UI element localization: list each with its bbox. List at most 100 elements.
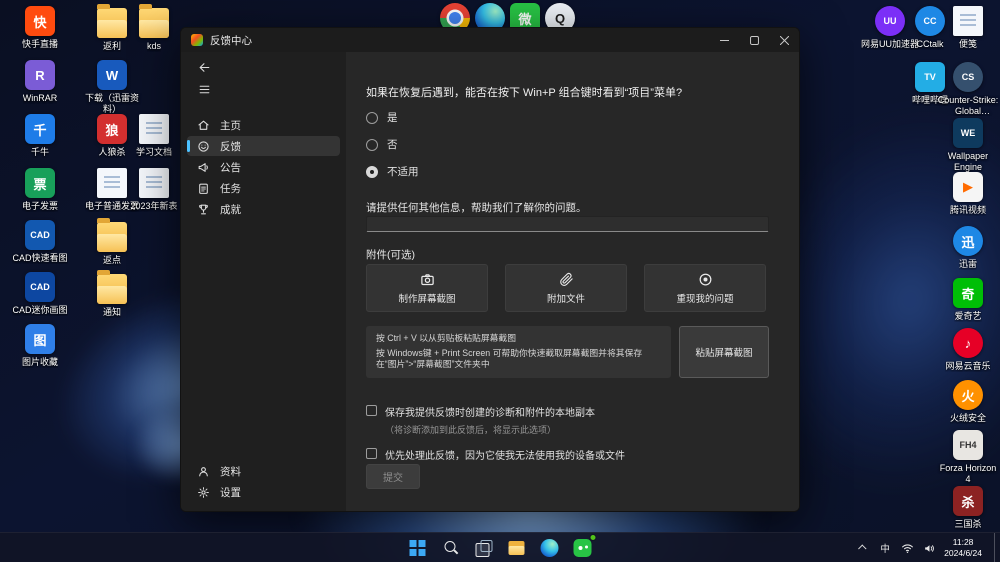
submit-button[interactable]: 提交: [366, 464, 420, 489]
desktop-icon-study-doc[interactable]: 学习文档: [122, 114, 186, 158]
file-explorer-button[interactable]: [504, 535, 530, 561]
window-titlebar[interactable]: 反馈中心: [181, 28, 799, 52]
sidebar-item-achievements[interactable]: 成就: [187, 199, 340, 219]
paste-screenshot-button[interactable]: 粘贴屏幕截图: [679, 326, 769, 378]
sidebar-item-quests[interactable]: 任务: [187, 178, 340, 198]
taskbar-center: [404, 534, 597, 561]
huorong-icon: 火: [953, 380, 983, 410]
attach-recreate-button[interactable]: 重现我的问题: [644, 264, 766, 312]
desktop-icon-notes[interactable]: 便笺: [936, 6, 1000, 50]
chevron-up-icon: [858, 544, 867, 553]
attachment-buttons: 制作屏幕截图 附加文件 重现我的问题: [366, 264, 766, 312]
edge-button[interactable]: [537, 535, 563, 561]
desktop-icon-winrar[interactable]: R WinRAR: [8, 60, 72, 104]
xunlei-icon: 迅: [953, 226, 983, 256]
sidebar-item-home[interactable]: 主页: [187, 115, 340, 135]
desktop-icon-cad-viewer[interactable]: CAD CAD快速看图: [8, 220, 72, 264]
desktop-icon-qianniu[interactable]: 千千牛: [8, 114, 72, 158]
back-button[interactable]: [187, 57, 221, 77]
folder-fandian-icon: [97, 218, 127, 252]
details-prompt: 请提供任何其他信息，帮助我们了解你的问题。: [366, 202, 587, 214]
netease-music-icon: ♪: [953, 328, 983, 358]
wechat-button[interactable]: [570, 534, 597, 561]
show-desktop-button[interactable]: [994, 533, 998, 562]
e-invoice-icon: 票: [25, 168, 55, 198]
desktop-icon-label: 网易云音乐: [945, 361, 991, 371]
desktop-icon-label: 图片收藏: [21, 357, 58, 367]
sidebar-item-feedback[interactable]: 反馈: [187, 136, 340, 156]
sidebar-item-label: 资料: [220, 465, 241, 478]
app-icon: [191, 34, 203, 46]
attach-file-button[interactable]: 附加文件: [505, 264, 627, 312]
desktop-icon-iqiyi[interactable]: 奇爱奇艺: [936, 278, 1000, 322]
desktop-icon-wallpaper-engine[interactable]: WE Wallpaper Engine: [936, 118, 1000, 172]
sidebar-item-label: 反馈: [220, 140, 241, 153]
desktop-icon-label: 千牛: [30, 147, 49, 157]
sidebar-item-profile[interactable]: 资料: [187, 461, 340, 481]
desktop-icon-label: 下载（迅雷资料）: [84, 93, 139, 114]
attach-button-label: 重现我的问题: [676, 293, 734, 305]
checkbox-label: 优先处理此反馈，因为它使我无法使用我的设备或文件: [385, 451, 625, 462]
desktop-icon-netease-music[interactable]: ♪ 网易云音乐: [936, 328, 1000, 372]
desktop-icon-e-invoice[interactable]: 票电子发票: [8, 168, 72, 212]
desktop-icon-label: kds: [146, 41, 161, 51]
feedback-hub-window: 反馈中心 主页 反馈 公告 任务 成就 资料 设置 如果在恢复后遇到，能否在按下 Win+…: [180, 27, 800, 512]
wifi-icon: [901, 542, 914, 555]
sidebar-item-label: 公告: [220, 161, 241, 174]
checkbox-icon[interactable]: [366, 405, 377, 416]
desktop-icon-xunlei[interactable]: 迅迅雷: [936, 226, 1000, 270]
ime-indicator[interactable]: 中: [878, 537, 892, 559]
radio-yes[interactable]: 是: [366, 110, 419, 125]
attach-screenshot-button[interactable]: 制作屏幕截图: [366, 264, 488, 312]
screenshot-hint-box: 按 Ctrl + V 以从剪贴板粘贴屏幕截图按 Windows键 + Print…: [366, 326, 671, 378]
desktop-icon-tencent-video[interactable]: ▶ 腾讯视频: [936, 172, 1000, 216]
desktop-icon-pictures[interactable]: 图图片收藏: [8, 324, 72, 368]
cad-mini-icon: CAD: [25, 272, 55, 302]
checkbox-row[interactable]: 保存我提供反馈时创建的诊断和附件的本地副本 （将诊断添加到此反馈后，将显示此选项）: [366, 404, 625, 436]
start-button[interactable]: [404, 535, 431, 561]
desktop-icon-forza-horizon-4[interactable]: FH4 Forza Horizon 4: [936, 430, 1000, 484]
details-input[interactable]: [366, 216, 769, 232]
radio-no[interactable]: 否: [366, 137, 419, 152]
record-icon: [698, 272, 713, 287]
radio-not-applicable[interactable]: 不适用: [366, 164, 419, 179]
announcements-icon: [197, 161, 210, 174]
desktop-icon-label: 腾讯视频: [949, 205, 986, 215]
minimize-button[interactable]: [709, 28, 739, 52]
clock-date: 2024/6/24: [944, 548, 982, 558]
desktop-icon-csgo[interactable]: CS Counter-Strike: Global Offensive: [936, 62, 1000, 116]
network-button[interactable]: [900, 537, 914, 559]
sidebar-item-announcements[interactable]: 公告: [187, 157, 340, 177]
attachments-title: 附件(可选): [366, 249, 415, 261]
study-doc-icon: [139, 114, 169, 144]
desktop-icon-kuaishou[interactable]: 快快手直播: [8, 6, 72, 50]
volume-button[interactable]: [922, 537, 936, 559]
clock[interactable]: 11:28 2024/6/24: [944, 537, 982, 559]
checkbox-row[interactable]: 优先处理此反馈，因为它使我无法使用我的设备或文件: [366, 447, 625, 462]
search-button[interactable]: [438, 535, 464, 561]
tencent-video-icon: ▶: [953, 172, 983, 202]
hamburger-menu-icon: [198, 83, 211, 96]
desktop-icon-report-2023[interactable]: 2023年新表: [122, 168, 186, 212]
feedback-form: 如果在恢复后遇到，能否在按下 Win+P 组合键时看到“项目”菜单? 是否不适用…: [346, 52, 799, 511]
radio-label: 不适用: [387, 166, 419, 178]
maximize-button[interactable]: [739, 28, 769, 52]
desktop-icon-label: 2023年新表: [130, 201, 178, 211]
sidebar-item-settings[interactable]: 设置: [187, 482, 340, 502]
task-view-button[interactable]: [471, 535, 497, 561]
desktop-icon-label: 三国杀: [954, 519, 982, 529]
report-2023-icon: [139, 168, 169, 198]
desktop-icon-folder-tongzhi[interactable]: 通知: [80, 270, 144, 318]
hidden-icons-button[interactable]: [856, 537, 870, 559]
navigation-menu-button[interactable]: [187, 79, 221, 99]
desktop-icon-folder-fandian[interactable]: 返点: [80, 218, 144, 266]
checkbox-subtext: （将诊断添加到此反馈后，将显示此选项）: [385, 425, 557, 435]
desktop-icon-cad-mini[interactable]: CAD CAD迷你画图: [8, 272, 72, 316]
desktop-icon-word-download[interactable]: W 下载（迅雷资料）: [80, 60, 144, 114]
checkbox-icon[interactable]: [366, 448, 377, 459]
desktop-icon-huorong[interactable]: 火火绒安全: [936, 380, 1000, 424]
clock-time: 11:28: [952, 536, 974, 547]
desktop-icon-sanguosha[interactable]: 杀三国杀: [936, 486, 1000, 530]
close-button[interactable]: [769, 28, 799, 52]
desktop-icon-folder-kds[interactable]: kds: [122, 4, 186, 52]
